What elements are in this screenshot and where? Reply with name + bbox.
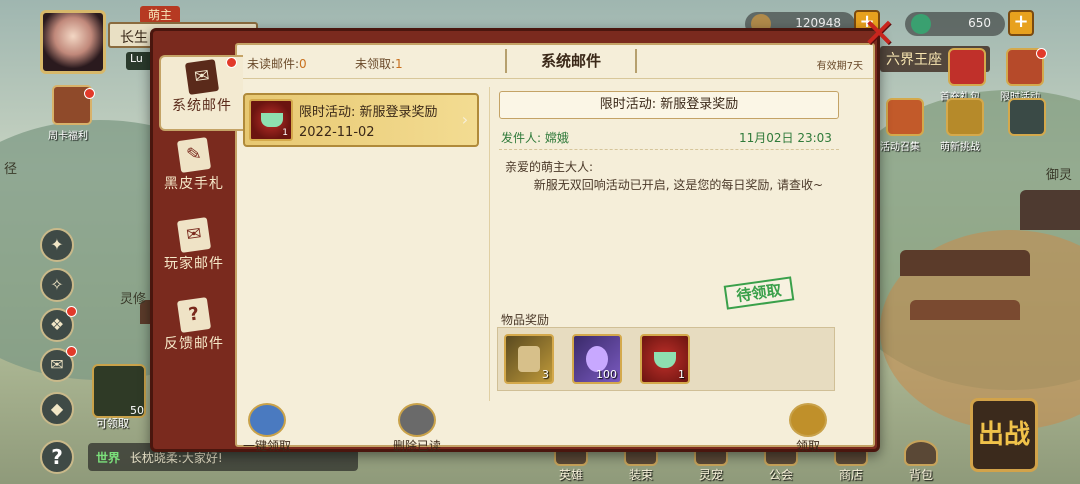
system-mail-icon: ✉ xyxy=(184,59,220,95)
backpack-icon xyxy=(904,440,938,466)
mail-list-item[interactable]: 1 限时活动: 新服登录奖励 2022-11-02 › xyxy=(243,93,479,147)
week-card-label: 周卡福利 xyxy=(48,131,88,142)
tab-system-mail[interactable]: ✉ 系统邮件 xyxy=(159,55,243,131)
jade-amount: 650 xyxy=(968,16,991,30)
claim-all-button[interactable]: 一键领取 xyxy=(243,403,291,454)
money-bag-icon xyxy=(248,403,286,437)
mail-item-title: 限时活动: 新服登录奖励 xyxy=(299,105,438,120)
tab-label: 黑皮手札 xyxy=(164,176,224,192)
bag-icon[interactable]: ◆ xyxy=(40,392,74,426)
close-icon[interactable]: ✕ xyxy=(860,14,898,54)
event-label: 活动召集 xyxy=(880,142,920,153)
chat-message: 长枕晓柔:大家好! xyxy=(129,451,223,465)
chat-channel: 世界 xyxy=(96,451,121,465)
notification-dot xyxy=(66,346,77,357)
player-mail-icon: ✉ xyxy=(176,217,212,253)
mail-body: 亲爱的萌主大人: 新服无双回响活动已开启, 这是您的每日奖励, 请查收~ xyxy=(499,149,839,265)
add-jade-button[interactable]: + xyxy=(1008,10,1034,36)
nav-bag[interactable]: 背包 xyxy=(894,440,948,482)
tab-black-notes[interactable]: ✎ 黑皮手札 xyxy=(157,135,231,211)
tab-label: 反馈邮件 xyxy=(164,336,224,352)
mail-dialog: ✉ 系统邮件 ✎ 黑皮手札 ✉ 玩家邮件 ? 反馈邮件 未读邮件:0 未领取:1… xyxy=(150,28,880,453)
event-label: 萌新挑战 xyxy=(940,142,980,153)
feedback-icon: ? xyxy=(176,297,212,333)
mail-sender: 发件人: 嫦娥 xyxy=(501,131,569,145)
route-icon[interactable]: ✧ xyxy=(40,268,74,302)
more-icon[interactable] xyxy=(1008,98,1046,136)
mail-greeting: 亲爱的萌主大人: xyxy=(505,160,594,174)
claim-button[interactable]: 领取 xyxy=(789,403,827,454)
background-building xyxy=(1020,190,1080,230)
notification-dot xyxy=(1036,48,1047,59)
claimable-count: 50 xyxy=(130,404,144,417)
background-label: 灵修 xyxy=(120,292,147,307)
crystal-item-icon[interactable]: 100 xyxy=(572,334,622,384)
event-gather-icon[interactable] xyxy=(886,98,924,136)
fight-button[interactable]: 出战 xyxy=(970,398,1038,472)
notification-dot xyxy=(66,306,77,317)
pending-claim-stamp: 待领取 xyxy=(723,276,795,310)
newbie-challenge-icon[interactable] xyxy=(946,98,984,136)
money-bag-icon xyxy=(789,403,827,437)
tab-feedback-mail[interactable]: ? 反馈邮件 xyxy=(157,295,231,371)
mail-item-date: 2022-11-02 xyxy=(299,125,375,140)
pane-divider xyxy=(489,87,490,401)
tab-label: 系统邮件 xyxy=(172,98,232,114)
notification-dot xyxy=(84,88,95,99)
jade-currency: 650 xyxy=(905,12,1005,36)
first-charge-gift-icon[interactable] xyxy=(948,48,986,86)
mail-list: 1 限时活动: 新服登录奖励 2022-11-02 › xyxy=(243,85,483,405)
map-icon[interactable]: ✦ xyxy=(40,228,74,262)
mail-sent-time: 11月02日 23:03 xyxy=(739,131,832,145)
cup-item-icon[interactable]: 1 xyxy=(640,334,690,384)
mail-panel: 未读邮件:0 未领取:1 系统邮件 有效期7天 1 限时活动: 新服登录奖励 2… xyxy=(235,43,875,453)
mail-tab-column: ✉ 系统邮件 ✎ 黑皮手札 ✉ 玩家邮件 ? 反馈邮件 xyxy=(153,31,243,449)
unread-count: 未读邮件:0 xyxy=(247,57,307,71)
background-label: 御灵 xyxy=(1046,168,1073,183)
mail-panel-title: 系统邮件 xyxy=(505,49,637,73)
unclaimed-count: 未领取:1 xyxy=(355,57,403,71)
tab-player-mail[interactable]: ✉ 玩家邮件 xyxy=(157,215,231,291)
claimable-label: 可领取 xyxy=(96,417,129,430)
delete-read-button[interactable]: 删除已读 xyxy=(393,403,441,454)
trash-icon xyxy=(398,403,436,437)
mail-header: 未读邮件:0 未领取:1 系统邮件 有效期7天 xyxy=(237,45,873,79)
notes-icon: ✎ xyxy=(176,137,212,173)
chevron-right-icon: › xyxy=(461,110,469,129)
player-avatar[interactable] xyxy=(40,10,106,74)
tab-label: 玩家邮件 xyxy=(164,256,224,272)
mail-body-text: 新服无双回响活动已开启, 这是您的每日奖励, 请查收~ xyxy=(533,178,824,192)
cup-item-thumbnail: 1 xyxy=(249,99,293,141)
background-building xyxy=(900,250,1030,276)
notification-dot xyxy=(226,57,237,68)
rewards-label: 物品奖励 xyxy=(501,313,550,327)
background-label: 径 xyxy=(4,162,18,177)
mail-detail: 限时活动: 新服登录奖励 发件人: 嫦娥 11月02日 23:03 亲爱的萌主大… xyxy=(497,85,871,405)
rewards-box: 3 100 1 xyxy=(497,327,835,391)
background-building xyxy=(910,300,1020,320)
scroll-item-icon[interactable]: 3 xyxy=(504,334,554,384)
jade-icon xyxy=(911,14,931,34)
validity-note: 有效期7天 xyxy=(816,61,863,72)
mail-detail-title: 限时活动: 新服登录奖励 xyxy=(499,91,839,119)
help-button[interactable]: ? xyxy=(40,440,74,474)
